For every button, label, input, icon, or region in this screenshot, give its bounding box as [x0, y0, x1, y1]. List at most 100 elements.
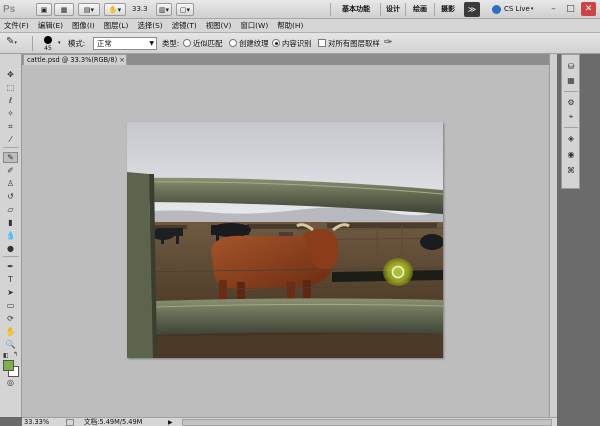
dock-separator: [564, 91, 578, 92]
menu-select[interactable]: 选择(S): [137, 20, 162, 31]
menu-window[interactable]: 窗口(W): [240, 20, 268, 31]
navigator-icon[interactable]: [66, 419, 74, 426]
workspace-separator: [330, 3, 331, 16]
quick-selection-icon: ✧: [7, 109, 14, 118]
shape-tool[interactable]: ▭: [3, 300, 18, 311]
spot-healing-brush-tool[interactable]: ✎: [3, 152, 18, 163]
foreground-color-swatch[interactable]: [3, 360, 14, 371]
dodge-tool[interactable]: ●: [3, 243, 18, 254]
blur-tool[interactable]: 💧: [3, 230, 18, 241]
photoshop-logo: Ps: [3, 4, 16, 15]
more-workspaces-button[interactable]: ≫: [464, 2, 480, 17]
pen-tool[interactable]: ✒: [3, 261, 18, 272]
workspace-design[interactable]: 设计: [386, 3, 400, 16]
sample-all-layers-checkbox[interactable]: [318, 39, 326, 47]
screen-mode-button[interactable]: ▢▾: [176, 3, 194, 16]
bridge-icon: ▣: [40, 5, 48, 14]
3d-rotate-icon: ⟳: [7, 314, 14, 323]
vertical-scrollbar[interactable]: [549, 54, 557, 417]
chevron-down-icon: ▼: [149, 40, 154, 47]
mini-bridge-panel-icon[interactable]: ⛁: [565, 61, 577, 72]
radio-create-texture[interactable]: [229, 39, 237, 47]
quick-mask-button[interactable]: ◎: [3, 377, 18, 388]
document-tab-title: cattle.psd @ 33.3%(RGB/8): [27, 56, 118, 64]
bridge-button[interactable]: ▣: [36, 3, 52, 16]
brush-tool[interactable]: ✐: [3, 165, 18, 176]
view-extras-icon: ▤▾: [83, 5, 95, 14]
maximize-button[interactable]: □: [563, 2, 578, 16]
menu-help[interactable]: 帮助(H): [277, 20, 303, 31]
default-colors-icon[interactable]: ◧: [3, 352, 9, 359]
histogram-panel-icon[interactable]: ▦: [565, 75, 577, 86]
brush-picker[interactable]: 45: [39, 35, 57, 53]
horizontal-scrollbar[interactable]: [182, 419, 552, 426]
sample-all-layers-label[interactable]: 对所有图层取样: [328, 38, 380, 49]
styles-panel-icon[interactable]: ⌖: [565, 111, 577, 122]
eyedropper-tool[interactable]: ⁄: [3, 134, 18, 145]
document-close-button[interactable]: ×: [118, 56, 126, 64]
status-menu-arrow[interactable]: ▶: [168, 418, 173, 426]
zoom-tool[interactable]: 🔍: [3, 339, 18, 350]
history-brush-tool[interactable]: ↺: [3, 191, 18, 202]
swap-colors-icon[interactable]: ↰: [13, 351, 18, 358]
move-tool[interactable]: ✥: [3, 69, 18, 80]
brush-picker-arrow[interactable]: ▾: [58, 40, 61, 46]
path-selection-icon: ➤: [7, 288, 14, 297]
workspace-photography[interactable]: 摄影: [441, 3, 455, 16]
menu-file[interactable]: 文件(F): [4, 20, 29, 31]
type-option-proximity-match[interactable]: 近似匹配: [193, 38, 223, 49]
gradient-icon: ▮: [8, 218, 13, 227]
eraser-tool[interactable]: ▱: [3, 204, 18, 215]
channels-panel-icon[interactable]: ◉: [565, 149, 577, 160]
menu-image[interactable]: 图像(I): [72, 20, 95, 31]
type-tool[interactable]: T: [3, 274, 18, 285]
pressure-size-button[interactable]: ✑: [384, 37, 398, 50]
type-option-create-texture[interactable]: 创建纹理: [239, 38, 269, 49]
paths-panel-icon[interactable]: ⌘: [565, 165, 577, 176]
marquee-icon: ⬚: [6, 83, 15, 92]
canvas-workspace[interactable]: [22, 65, 549, 417]
zoom-level[interactable]: 33.3: [132, 3, 158, 16]
lasso-tool[interactable]: ℓ: [3, 95, 18, 106]
arrange-documents-button[interactable]: ▥▾: [156, 3, 172, 16]
path-selection-tool[interactable]: ➤: [3, 287, 18, 298]
healing-brush-icon: ✎: [7, 153, 14, 162]
adjustments-panel-icon[interactable]: ⚙: [565, 97, 577, 108]
status-zoom[interactable]: 33.33%: [24, 418, 49, 426]
menu-edit[interactable]: 编辑(E): [38, 20, 63, 31]
arrange-icon: ▥▾: [158, 5, 170, 14]
panel-dock: ⛁ ▦ ⚙ ⌖ ◈ ◉ ⌘: [561, 54, 580, 189]
view-extras-button[interactable]: ▤▾: [78, 3, 100, 16]
hand-zoom-button[interactable]: ✋▾: [104, 3, 126, 16]
mode-select[interactable]: 正常 ▼: [93, 37, 157, 50]
quick-mask-icon: ◎: [7, 378, 14, 387]
pen-pressure-icon: ✑: [384, 37, 393, 48]
brush-tip-icon: [44, 36, 52, 44]
radio-proximity-match[interactable]: [183, 39, 191, 47]
hand-tool[interactable]: ✋: [3, 326, 18, 337]
cs-live-icon: [492, 5, 501, 14]
radio-content-aware[interactable]: [272, 39, 280, 47]
crop-tool[interactable]: ⌗: [3, 121, 18, 132]
close-button[interactable]: ✕: [581, 2, 596, 16]
mini-bridge-button[interactable]: ▦: [54, 3, 74, 16]
layers-panel-icon[interactable]: ◈: [565, 133, 577, 144]
menu-layer[interactable]: 图层(L): [104, 20, 129, 31]
options-bar: ✎▾ 45 ▾ 模式: 正常 ▼ 类型: 近似匹配 创建纹理 内容识别 对所有图…: [0, 33, 600, 54]
menu-filter[interactable]: 滤镜(T): [172, 20, 197, 31]
quick-selection-tool[interactable]: ✧: [3, 108, 18, 119]
workspace-painting[interactable]: 绘画: [413, 3, 427, 16]
type-option-content-aware[interactable]: 内容识别: [282, 38, 312, 49]
zoom-icon: 🔍: [5, 340, 16, 349]
menu-view[interactable]: 视图(V): [206, 20, 232, 31]
marquee-tool[interactable]: ⬚: [3, 82, 18, 93]
cs-live-button[interactable]: CS Live ▾: [492, 3, 533, 16]
3d-rotate-tool[interactable]: ⟳: [3, 313, 18, 324]
cattle-photo[interactable]: [127, 122, 443, 358]
gradient-tool[interactable]: ▮: [3, 217, 18, 228]
workspace-essentials[interactable]: 基本功能: [342, 3, 370, 16]
document-tab[interactable]: cattle.psd @ 33.3%(RGB/8): [23, 54, 127, 65]
minimize-button[interactable]: –: [546, 2, 561, 16]
tool-preset-picker[interactable]: ✎▾: [6, 36, 30, 51]
clone-stamp-tool[interactable]: ♙: [3, 178, 18, 189]
